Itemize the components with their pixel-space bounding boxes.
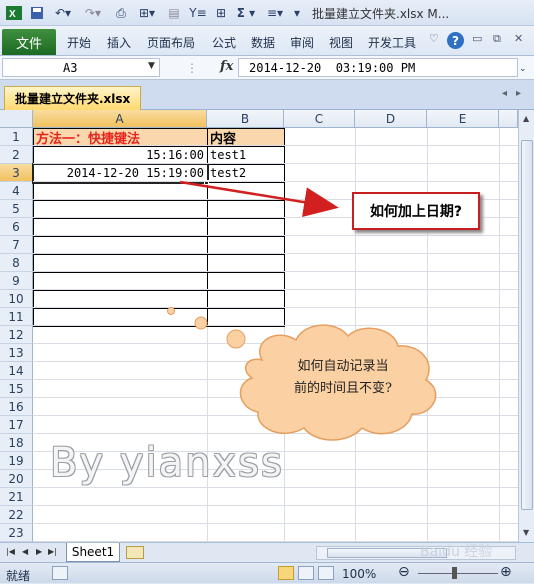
cloud-line-1: 如何自动记录当 xyxy=(297,359,389,374)
annotation-overlay xyxy=(167,180,437,441)
author-watermark: By yianxss xyxy=(50,440,284,486)
cloud-line-2: 前的时间且不变? xyxy=(294,381,392,396)
cloud-text: 如何自动记录当 前的时间且不变? xyxy=(268,356,418,400)
callout-box: 如何加上日期? xyxy=(352,192,480,230)
red-arrow xyxy=(179,180,339,217)
